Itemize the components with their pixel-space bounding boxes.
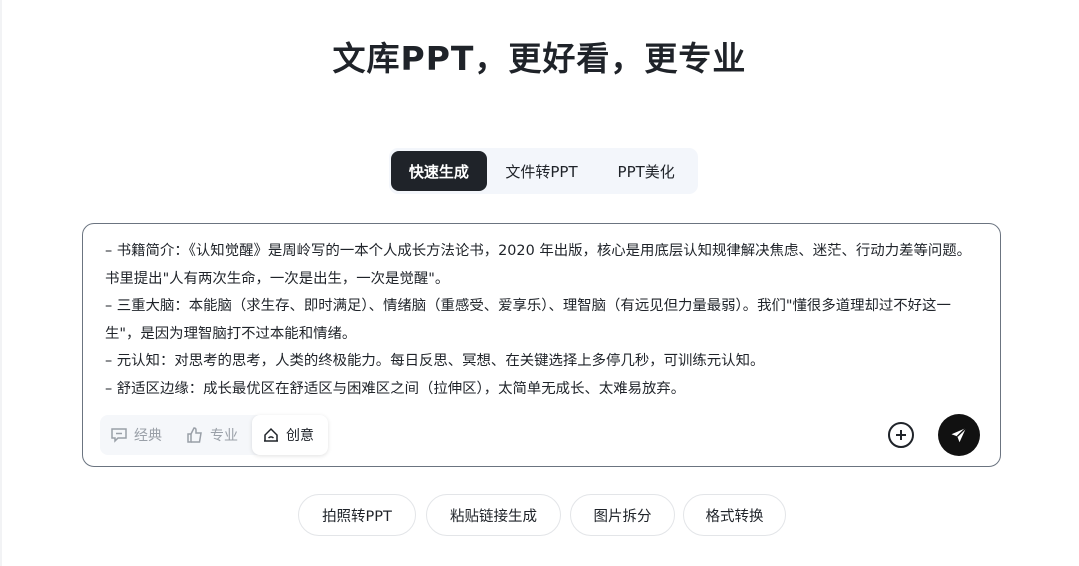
format-convert-button[interactable]: 格式转换 <box>683 494 786 536</box>
creative-icon <box>264 427 278 442</box>
mode-tabs: 快速生成 文件转PPT PPT美化 <box>389 148 698 194</box>
tab-quick-generate[interactable]: 快速生成 <box>391 151 487 191</box>
prompt-editor: – 书籍简介：《认知觉醒》是周岭写的一本个人成长方法论书，2020 年出版，核心… <box>82 223 1001 467</box>
style-option-label: 创意 <box>286 428 314 444</box>
tab-ppt-beautify[interactable]: PPT美化 <box>596 151 696 191</box>
style-selector: 经典 专业 创意 <box>100 415 328 455</box>
thumbs-up-icon <box>187 427 202 443</box>
page-title: 文库PPT，更好看，更专业 <box>332 39 747 78</box>
prompt-input[interactable]: – 书籍简介：《认知觉醒》是周岭写的一本个人成长方法论书，2020 年出版，核心… <box>105 238 975 403</box>
style-option-creative[interactable]: 创意 <box>252 415 328 455</box>
chat-bubble-icon <box>111 428 127 443</box>
plus-circle-icon <box>896 430 906 440</box>
photo-to-ppt-button[interactable]: 拍照转PPT <box>298 494 416 536</box>
style-option-classic[interactable]: 经典 <box>100 415 176 455</box>
send-button[interactable] <box>938 414 980 456</box>
image-split-button[interactable]: 图片拆分 <box>570 494 675 536</box>
add-attachment-button[interactable] <box>888 422 914 448</box>
send-icon <box>951 427 967 443</box>
left-divider <box>0 0 2 566</box>
style-option-label: 专业 <box>210 428 238 444</box>
tab-file-to-ppt[interactable]: 文件转PPT <box>487 151 597 191</box>
style-option-professional[interactable]: 专业 <box>176 415 252 455</box>
paste-link-button[interactable]: 粘贴链接生成 <box>426 494 561 536</box>
quick-actions: 拍照转PPT 粘贴链接生成 图片拆分 格式转换 <box>0 494 1079 538</box>
style-option-label: 经典 <box>134 428 162 444</box>
